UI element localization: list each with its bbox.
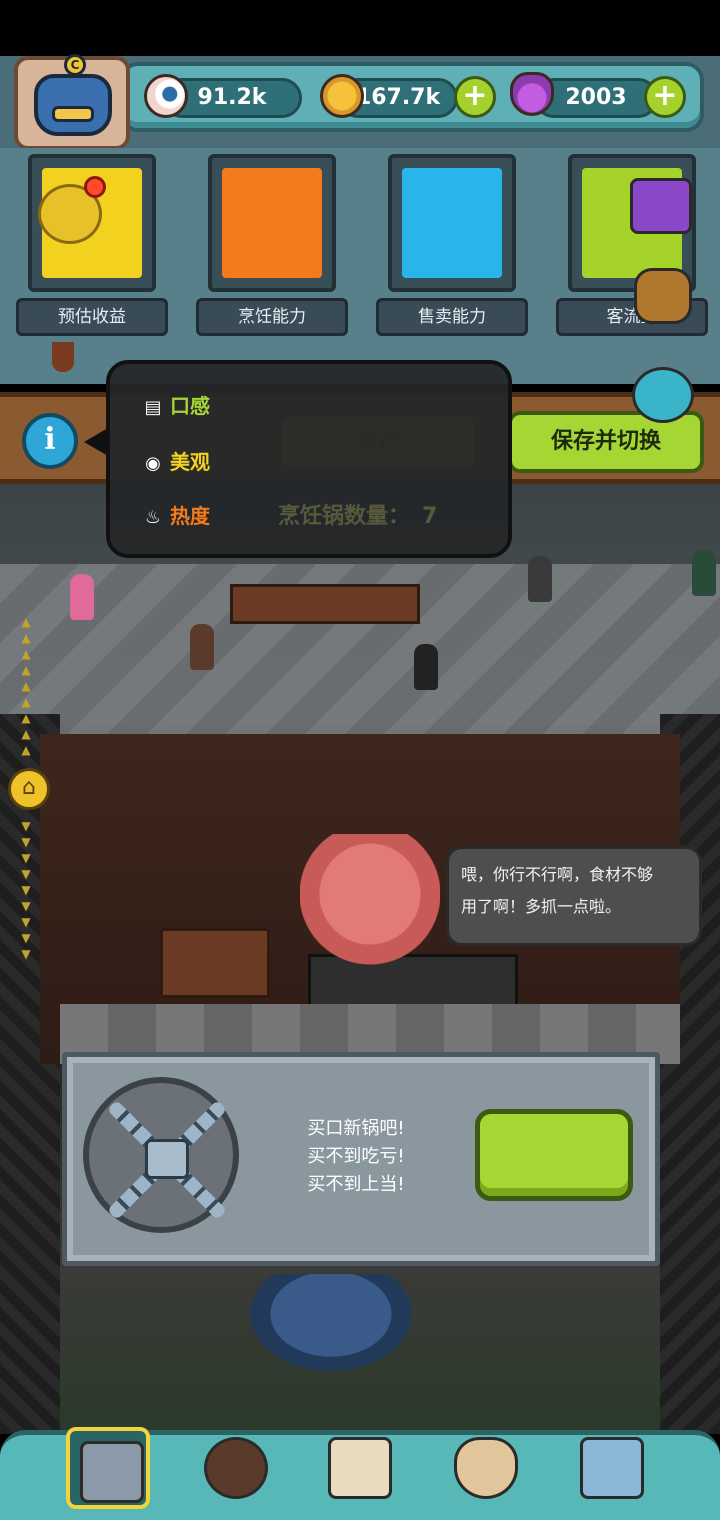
- unlock-line-3: 买不到上当!: [307, 1174, 405, 1195]
- scroll-down-arrows: ▼ ▼ ▼ ▼ ▼ ▼ ▼ ▼ ▼: [21, 819, 31, 961]
- unlock-line-1: 买口新锅吧!: [307, 1118, 405, 1139]
- speech-bubble: 喂，你行不行啊，食材不够 用了啊！多抓一点啦。: [446, 846, 702, 946]
- octopus-chef[interactable]: [300, 834, 440, 984]
- stat-card-revenue[interactable]: 预估收益: [16, 154, 168, 372]
- buy-pot-button[interactable]: [475, 1109, 633, 1201]
- money-bag-icon: [454, 1437, 518, 1499]
- lock-badge: [83, 1077, 239, 1233]
- shop-counter: [230, 584, 420, 624]
- unlock-message: 买口新锅吧! 买不到吃亏! 买不到上当!: [281, 1115, 431, 1199]
- restaurant-scene: 喂，你行不行啊，食材不够 用了啊！多抓一点啦。 ▲ ▲ ▲ ▲ ▲ ▲ ▲ ▲ ▲ ⌂ ▼ ▼ ▼ ▼…: [0, 484, 720, 1434]
- video-ad-icon[interactable]: [630, 178, 692, 234]
- coin-icon: [320, 74, 364, 118]
- looks-label: 美观: [170, 450, 210, 474]
- notification-dot: [84, 176, 106, 198]
- stat-card-selling[interactable]: 售卖能力: [376, 154, 528, 354]
- speech-line-2: 用了啊！多抓一点啦。: [461, 897, 622, 916]
- stat-fill: [222, 168, 322, 278]
- kitchen-stove: [160, 928, 270, 998]
- heat-label: 热度: [170, 504, 210, 528]
- pot-count: 烹饪锅数量： 7: [278, 498, 437, 530]
- monster-face-icon: [34, 74, 112, 136]
- grid-menu-icon: [580, 1437, 644, 1499]
- nav-recipes[interactable]: [318, 1427, 402, 1509]
- restaurant-icon: [80, 1441, 144, 1503]
- stat-label-cooking: 烹饪能力: [196, 298, 348, 336]
- unlock-line-2: 买不到吃亏!: [307, 1146, 405, 1167]
- backpack-icon[interactable]: [634, 268, 692, 324]
- stat-frame: [388, 154, 516, 292]
- eye-icon: ◉: [145, 453, 161, 474]
- customer: [190, 624, 214, 670]
- info-button[interactable]: i: [22, 413, 78, 469]
- add-potions-button[interactable]: +: [644, 76, 686, 118]
- monster-icon: [204, 1437, 268, 1499]
- status-bar: [0, 0, 720, 56]
- bottom-nav: [0, 1427, 720, 1520]
- top-header: 91.2k 167.7k + 2003 + C: [0, 54, 720, 150]
- resource-panel: 91.2k 167.7k + 2003 +: [120, 62, 704, 132]
- nav-shop[interactable]: [444, 1427, 528, 1509]
- player-avatar[interactable]: C: [14, 54, 130, 150]
- speech-line-1: 喂，你行不行啊，食材不够: [461, 865, 654, 884]
- scroll-up-arrows: ▲ ▲ ▲ ▲ ▲ ▲ ▲ ▲ ▲: [21, 615, 31, 757]
- nav-restaurant[interactable]: [66, 1427, 150, 1509]
- cauldron-monster: [246, 1274, 416, 1374]
- home-button[interactable]: ⌂: [8, 768, 50, 810]
- customer: [528, 556, 552, 602]
- customer: [70, 574, 94, 620]
- stats-row: 预估收益 烹饪能力 售卖能力 客流量: [0, 148, 720, 384]
- monster-mouth: [52, 106, 94, 122]
- stat-label-revenue: 预估收益: [16, 298, 168, 336]
- unlock-pot-panel: 买口新锅吧! 买不到吃亏! 买不到上当!: [62, 1052, 660, 1266]
- stats-tooltip: ▤ 口感 ◉ 美观 ♨ 热度 烹饪锅数量： 7: [106, 360, 512, 558]
- book-icon: [328, 1437, 392, 1499]
- nav-monsters[interactable]: [194, 1427, 278, 1509]
- pot-count-value: 7: [422, 504, 438, 529]
- mouth-icon: ▤: [144, 397, 162, 418]
- stat-fill: [402, 168, 502, 278]
- pot-count-label: 烹饪锅数量：: [278, 504, 411, 529]
- add-coins-button[interactable]: +: [454, 76, 496, 118]
- monster-eyes-icon[interactable]: [632, 367, 694, 423]
- tooltip-taste-row: ▤ 口感: [140, 388, 210, 424]
- flame-icon: ♨: [144, 507, 162, 528]
- padlock-icon: [145, 1139, 189, 1179]
- customer: [414, 644, 438, 690]
- tooltip-looks-row: ◉ 美观: [140, 444, 210, 480]
- hook-decoration: [52, 342, 74, 372]
- stat-frame: [208, 154, 336, 292]
- tooltip-heat-row: ♨ 热度: [140, 498, 210, 534]
- taste-label: 口感: [170, 394, 210, 418]
- tooltip-arrow: [84, 428, 108, 456]
- customer: [692, 550, 716, 596]
- stat-label-selling: 售卖能力: [376, 298, 528, 336]
- eyeball-icon: [144, 74, 188, 118]
- stat-card-cooking[interactable]: 烹饪能力: [196, 154, 348, 354]
- potion-icon: [510, 72, 554, 116]
- crown-icon: C: [64, 54, 86, 76]
- nav-more[interactable]: [570, 1427, 654, 1509]
